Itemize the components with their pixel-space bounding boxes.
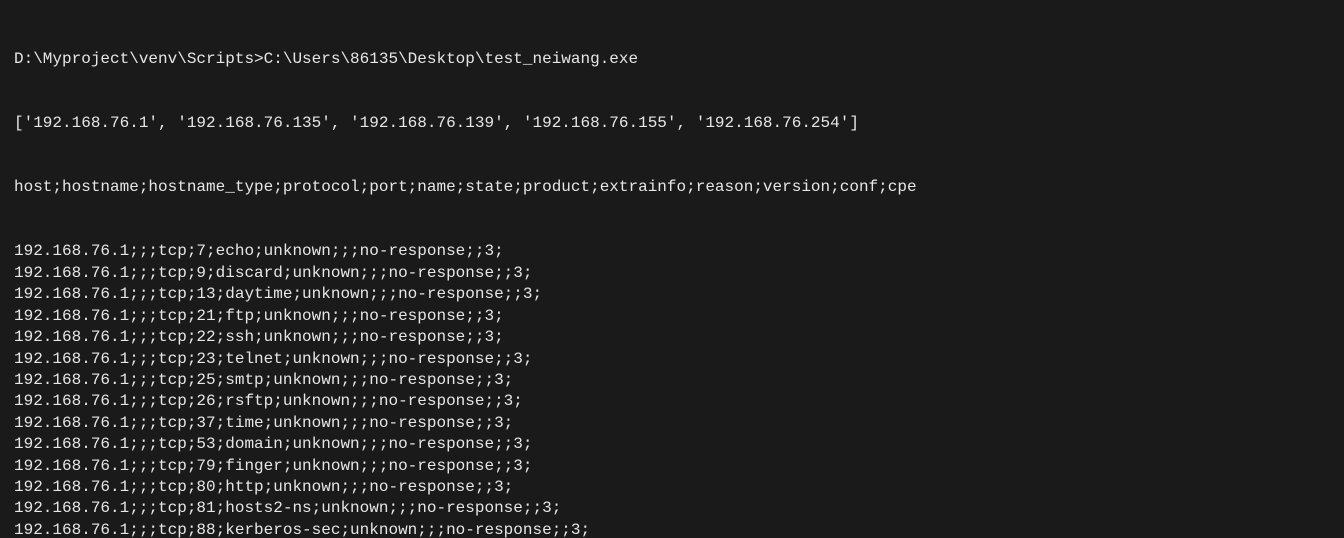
- scan-result-line: 192.168.76.1;;;tcp;22;ssh;unknown;;;no-r…: [14, 327, 1344, 348]
- scan-result-line: 192.168.76.1;;;tcp;79;finger;unknown;;;n…: [14, 456, 1344, 477]
- scan-result-line: 192.168.76.1;;;tcp;9;discard;unknown;;;n…: [14, 263, 1344, 284]
- scan-result-line: 192.168.76.1;;;tcp;26;rsftp;unknown;;;no…: [14, 391, 1344, 412]
- scan-result-line: 192.168.76.1;;;tcp;80;http;unknown;;;no-…: [14, 477, 1344, 498]
- scan-result-line: 192.168.76.1;;;tcp;81;hosts2-ns;unknown;…: [14, 498, 1344, 519]
- scan-result-line: 192.168.76.1;;;tcp;88;kerberos-sec;unkno…: [14, 520, 1344, 538]
- scan-result-line: 192.168.76.1;;;tcp;37;time;unknown;;;no-…: [14, 413, 1344, 434]
- prompt-cwd: D:\Myproject\venv\Scripts>: [14, 50, 264, 68]
- scan-result-line: 192.168.76.1;;;tcp;21;ftp;unknown;;;no-r…: [14, 306, 1344, 327]
- ip-list-line: ['192.168.76.1', '192.168.76.135', '192.…: [14, 113, 1344, 134]
- csv-header-line: host;hostname;hostname_type;protocol;por…: [14, 177, 1344, 198]
- scan-result-line: 192.168.76.1;;;tcp;25;smtp;unknown;;;no-…: [14, 370, 1344, 391]
- scan-result-line: 192.168.76.1;;;tcp;13;daytime;unknown;;;…: [14, 284, 1344, 305]
- scan-result-line: 192.168.76.1;;;tcp;23;telnet;unknown;;;n…: [14, 349, 1344, 370]
- prompt-line: D:\Myproject\venv\Scripts>C:\Users\86135…: [14, 49, 1344, 70]
- scan-result-line: 192.168.76.1;;;tcp;53;domain;unknown;;;n…: [14, 434, 1344, 455]
- prompt-command: C:\Users\86135\Desktop\test_neiwang.exe: [264, 50, 638, 68]
- terminal-output[interactable]: D:\Myproject\venv\Scripts>C:\Users\86135…: [0, 0, 1344, 538]
- scan-result-line: 192.168.76.1;;;tcp;7;echo;unknown;;;no-r…: [14, 241, 1344, 262]
